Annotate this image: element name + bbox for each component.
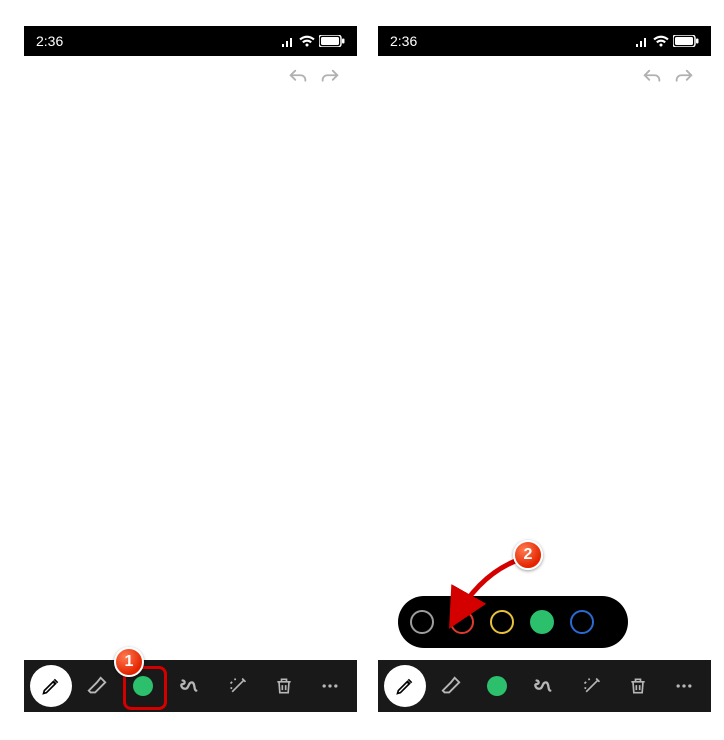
eraser-tool[interactable] <box>430 665 472 707</box>
network-icon <box>281 35 295 47</box>
wifi-icon <box>653 35 669 47</box>
phone-screenshot-right: 2:36 <box>378 26 711 712</box>
battery-icon <box>319 35 345 47</box>
status-icons <box>281 35 345 47</box>
status-time: 2:36 <box>36 33 63 49</box>
squiggle-tool[interactable] <box>168 665 210 707</box>
undo-button[interactable] <box>641 67 663 89</box>
status-time: 2:36 <box>390 33 417 49</box>
network-icon <box>635 35 649 47</box>
more-tool[interactable] <box>309 665 351 707</box>
squiggle-tool[interactable] <box>522 665 564 707</box>
color-option-blue[interactable] <box>570 610 594 634</box>
undo-button[interactable] <box>287 67 309 89</box>
magic-tool[interactable] <box>571 665 613 707</box>
color-option-yellow[interactable] <box>490 610 514 634</box>
trash-tool[interactable] <box>617 665 659 707</box>
status-icons <box>635 35 699 47</box>
bottom-toolbar <box>24 660 357 712</box>
pencil-tool[interactable] <box>30 665 72 707</box>
magic-tool[interactable] <box>217 665 259 707</box>
app-bar <box>378 56 711 100</box>
more-tool[interactable] <box>663 665 705 707</box>
color-tool[interactable] <box>122 665 164 707</box>
redo-button[interactable] <box>319 67 341 89</box>
eraser-tool[interactable] <box>76 665 118 707</box>
current-color-swatch <box>487 676 507 696</box>
color-option-green[interactable] <box>530 610 554 634</box>
color-option-black[interactable] <box>410 610 434 634</box>
bottom-toolbar <box>378 660 711 712</box>
color-option-red[interactable] <box>450 610 474 634</box>
drawing-canvas[interactable] <box>378 100 711 660</box>
drawing-canvas[interactable] <box>24 100 357 660</box>
status-bar: 2:36 <box>24 26 357 56</box>
color-picker-popup <box>398 596 628 648</box>
phone-screenshot-left: 2:36 <box>24 26 357 712</box>
redo-button[interactable] <box>673 67 695 89</box>
color-tool[interactable] <box>476 665 518 707</box>
trash-tool[interactable] <box>263 665 305 707</box>
current-color-swatch <box>133 676 153 696</box>
app-bar <box>24 56 357 100</box>
wifi-icon <box>299 35 315 47</box>
pencil-tool[interactable] <box>384 665 426 707</box>
battery-icon <box>673 35 699 47</box>
status-bar: 2:36 <box>378 26 711 56</box>
